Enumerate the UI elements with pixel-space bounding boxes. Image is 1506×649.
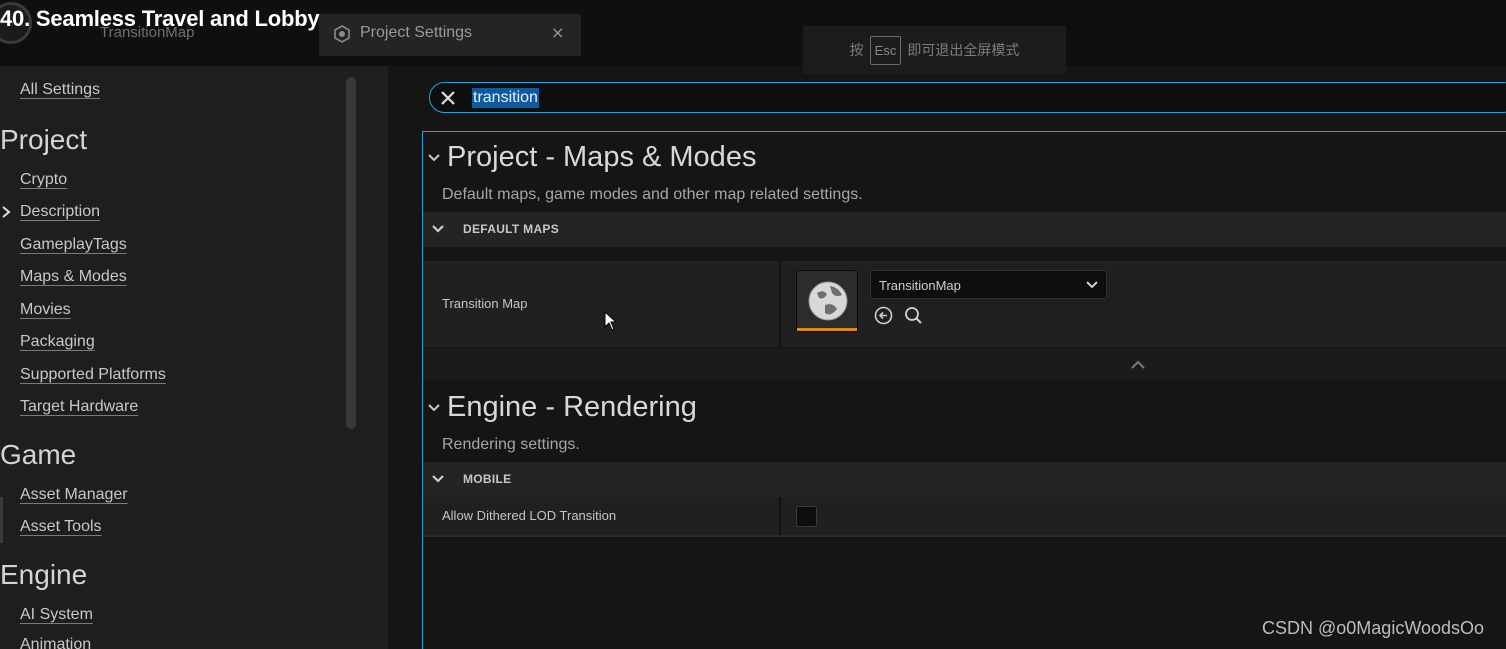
sidebar-item-packaging[interactable]: Packaging bbox=[20, 333, 95, 351]
close-tab-icon[interactable]: × bbox=[551, 23, 564, 42]
column-divider[interactable] bbox=[779, 497, 781, 535]
asset-thumbnail[interactable] bbox=[796, 270, 858, 332]
sidebar-item-supported-platforms[interactable]: Supported Platforms bbox=[20, 366, 166, 384]
sidebar-item-asset-manager[interactable]: Asset Manager bbox=[20, 486, 128, 504]
property-row-dithered-lod: Allow Dithered LOD Transition bbox=[423, 497, 1506, 535]
collapse-section-icon[interactable] bbox=[428, 403, 440, 413]
collapse-category-strip[interactable] bbox=[423, 348, 1506, 380]
sidebar-heading-engine: Engine bbox=[0, 559, 88, 590]
sidebar-item-animation[interactable]: Animation bbox=[20, 636, 91, 649]
sidebar-item-crypto[interactable]: Crypto bbox=[20, 171, 67, 189]
category-label: DEFAULT MAPS bbox=[463, 222, 560, 236]
section-description: Default maps, game modes and other map r… bbox=[442, 186, 863, 203]
video-title: 40. Seamless Travel and Lobby bbox=[0, 6, 320, 31]
expand-arrow-icon[interactable] bbox=[0, 205, 12, 219]
property-name: Allow Dithered LOD Transition bbox=[442, 508, 617, 523]
allow-dithered-lod-checkbox[interactable] bbox=[796, 506, 817, 527]
collapse-section-icon[interactable] bbox=[428, 153, 440, 163]
use-selected-asset-icon[interactable] bbox=[874, 306, 893, 325]
sidebar-item-ai-system[interactable]: AI System bbox=[20, 606, 93, 624]
gear-cube-icon bbox=[334, 25, 350, 43]
row-separator bbox=[423, 535, 1506, 537]
sidebar-item-asset-tools[interactable]: Asset Tools bbox=[20, 518, 102, 536]
chevron-down-icon bbox=[432, 475, 444, 483]
tab-project-settings[interactable]: Project Settings × bbox=[319, 14, 581, 56]
browse-search-icon[interactable] bbox=[904, 306, 923, 325]
sidebar-scrollbar[interactable] bbox=[346, 77, 356, 429]
watermark: CSDN @o0MagicWoodsOo bbox=[1262, 618, 1485, 638]
world-globe-icon bbox=[808, 281, 848, 321]
sidebar-item-target-hardware[interactable]: Target Hardware bbox=[20, 398, 138, 416]
hint-suffix: 即可退出全屏模式 bbox=[907, 43, 1020, 59]
sidebar-item-description[interactable]: Description bbox=[20, 203, 100, 221]
sidebar-item-maps-modes[interactable]: Maps & Modes bbox=[20, 268, 127, 286]
section-marker bbox=[0, 497, 3, 543]
asset-picker-value: TransitionMap bbox=[879, 278, 961, 293]
column-divider[interactable] bbox=[779, 261, 781, 347]
section-description: Rendering settings. bbox=[442, 436, 580, 453]
hint-prefix: 按 bbox=[849, 43, 864, 59]
sidebar-item-gameplaytags[interactable]: GameplayTags bbox=[20, 236, 127, 254]
search-text[interactable]: transition bbox=[472, 88, 539, 108]
asset-picker-combo[interactable]: TransitionMap bbox=[870, 270, 1107, 299]
chevron-up-icon bbox=[1131, 360, 1145, 369]
chevron-down-icon bbox=[1086, 281, 1098, 289]
category-label: MOBILE bbox=[463, 472, 512, 486]
tab-label: Project Settings bbox=[360, 24, 473, 41]
category-mobile[interactable]: MOBILE bbox=[423, 462, 1506, 497]
category-default-maps[interactable]: DEFAULT MAPS bbox=[423, 212, 1506, 247]
search-input[interactable]: transition bbox=[429, 82, 1506, 113]
mouse-cursor-icon bbox=[604, 311, 617, 331]
section-title-maps-modes: Project - Maps & Modes bbox=[447, 141, 757, 173]
sidebar-heading-project: Project bbox=[0, 124, 88, 155]
project-settings-window: TransitionMap Project Settings × 40. Sea… bbox=[0, 0, 1506, 649]
property-name: Transition Map bbox=[442, 296, 528, 311]
clear-search-icon[interactable] bbox=[438, 88, 458, 108]
chevron-down-icon bbox=[432, 225, 444, 233]
esc-key: Esc bbox=[869, 35, 902, 65]
asset-type-underline bbox=[797, 328, 857, 331]
sidebar-item-movies[interactable]: Movies bbox=[20, 301, 71, 319]
results-panel bbox=[422, 131, 1506, 649]
sidebar-item-all-settings[interactable]: All Settings bbox=[20, 81, 100, 99]
fullscreen-exit-hint: 按 Esc 即可退出全屏模式 bbox=[803, 26, 1066, 74]
sidebar-heading-game: Game bbox=[0, 439, 77, 470]
section-title-rendering: Engine - Rendering bbox=[447, 391, 697, 423]
